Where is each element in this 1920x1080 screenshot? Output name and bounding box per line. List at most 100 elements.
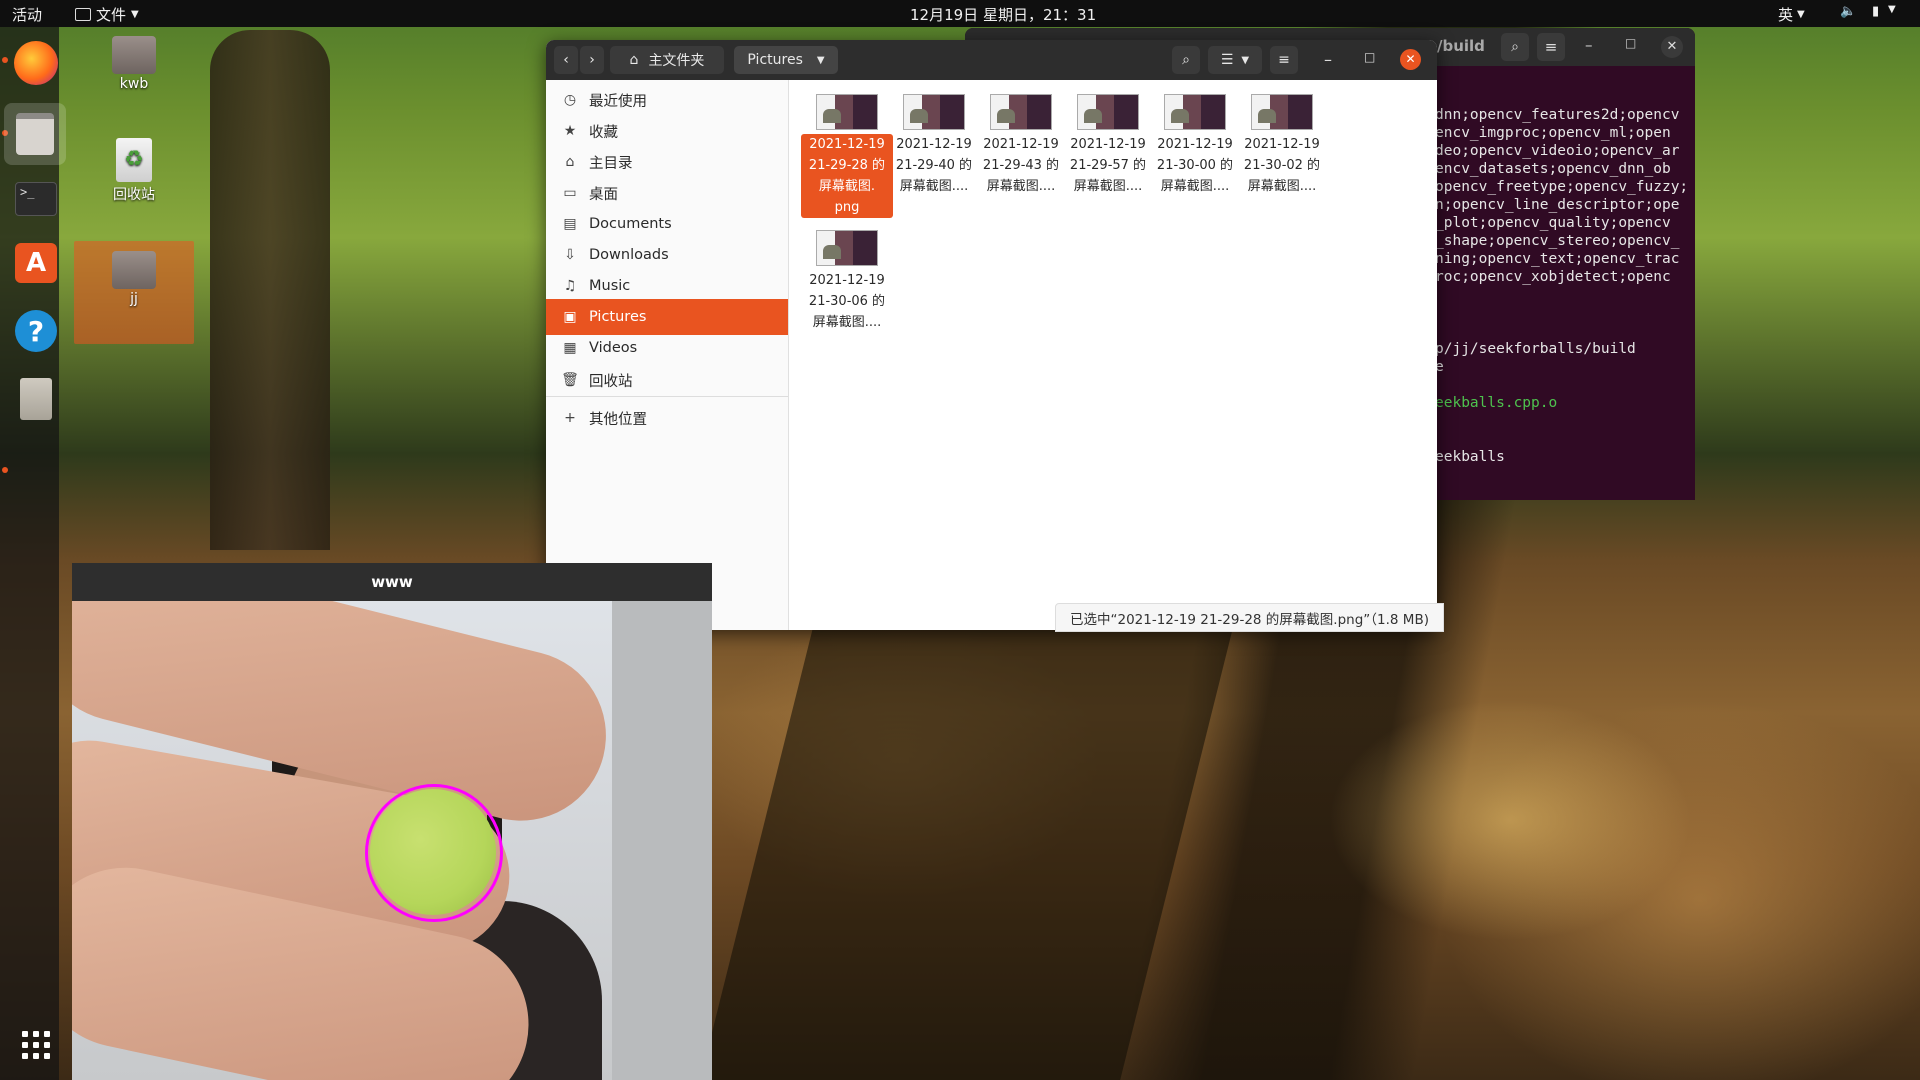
terminal-line: eekballs.cpp.o xyxy=(1435,395,1558,411)
forward-button[interactable]: › xyxy=(580,46,604,74)
home-icon: ⌂ xyxy=(629,52,639,68)
camera-window[interactable]: www xyxy=(72,563,712,1080)
terminal-title: /build xyxy=(1437,37,1485,55)
volume-icon[interactable]: 🔈 xyxy=(1840,4,1856,19)
file-name-line: 2021-12-19 xyxy=(896,137,972,152)
file-name-line: 21-29-28 的 xyxy=(808,158,886,173)
close-icon[interactable]: ✕ xyxy=(1400,49,1421,70)
file-item[interactable]: 2021-12-19 21-30-00 的屏幕截图.... xyxy=(1149,94,1241,197)
trash-icon: ♻ xyxy=(116,138,152,182)
show-apps-icon[interactable] xyxy=(8,1017,64,1073)
path-home-button[interactable]: ⌂ 主文件夹 xyxy=(610,46,724,74)
file-item[interactable]: 2021-12-19 21-29-40 的屏幕截图.... xyxy=(888,94,980,197)
home-icon: ⌂ xyxy=(565,154,575,170)
top-bar: 活动 文件 ▼ 12月19日 星期日，21：31 英 ▼ 🔈 ▮ ▼ xyxy=(0,0,1920,27)
file-name-line: 2021-12-19 xyxy=(809,273,885,288)
terminal-line: encv_imgproc;opencv_ml;open xyxy=(1435,125,1671,141)
battery-icon[interactable]: ▮ xyxy=(1872,4,1879,19)
file-name: 2021-12-19 21-29-40 的屏幕截图.... xyxy=(888,134,980,197)
image-thumbnail xyxy=(816,94,878,130)
download-icon: ⇩ xyxy=(564,247,576,263)
menu-icon[interactable]: ≡ xyxy=(1537,33,1565,61)
terminal-line: n;opencv_line_descriptor;ope xyxy=(1435,197,1680,213)
terminal-line: _shape;opencv_stereo;opencv_ xyxy=(1435,233,1680,249)
files-app-icon[interactable] xyxy=(4,103,66,165)
caret-down-icon[interactable]: ▼ xyxy=(1888,4,1896,15)
camera-window-title[interactable]: www xyxy=(72,563,712,601)
sidebar-item-label: 最近使用 xyxy=(589,93,647,110)
door-frame xyxy=(612,601,712,1080)
software-center-icon[interactable]: A xyxy=(8,235,64,291)
file-item[interactable]: 2021-12-19 21-29-57 的屏幕截图.... xyxy=(1062,94,1154,197)
image-thumbnail xyxy=(1077,94,1139,130)
desktop-icon-trash[interactable]: ♻ 回收站 xyxy=(84,138,184,204)
sidebar-item-label: Videos xyxy=(589,340,638,356)
activities-button[interactable]: 活动 xyxy=(12,4,42,25)
file-name-line: 21-30-06 的 xyxy=(808,294,886,309)
selection-status: 已选中“2021-12-19 21-29-28 的屏幕截图.png”（1.8 M… xyxy=(1055,603,1444,632)
file-item[interactable]: 2021-12-19 21-29-28 的屏幕截图. png xyxy=(801,94,893,218)
app-menu-label: 文件 xyxy=(96,6,127,24)
archive-icon[interactable] xyxy=(8,371,64,427)
search-icon[interactable]: ⌕ xyxy=(1501,33,1529,61)
sidebar-item-trash[interactable]: 🗑 回收站 xyxy=(546,362,788,398)
desktop-icon-home[interactable]: kwb xyxy=(84,36,184,92)
maximize-icon[interactable]: □ xyxy=(1364,50,1375,64)
terminal-line: eekballs xyxy=(1435,449,1505,465)
terminal-line: opencv_freetype;opencv_fuzzy; xyxy=(1435,179,1689,195)
help-icon[interactable]: ? xyxy=(8,303,64,359)
file-manager-window[interactable]: ‹ › ⌂ 主文件夹 Pictures ▼ ⌕ ☰ ▼ ≡ – □ ✕ ◷ 最近使… xyxy=(546,40,1437,630)
input-method-indicator[interactable]: 英 ▼ xyxy=(1778,4,1805,25)
firefox-icon[interactable] xyxy=(8,35,64,91)
sidebar-item-label: Music xyxy=(589,278,631,294)
terminal-line: _plot;opencv_quality;opencv xyxy=(1435,215,1671,231)
path-current-label: Pictures xyxy=(747,52,803,68)
main-menu-button[interactable]: ≡ xyxy=(1270,46,1298,74)
desktop-icon-jj[interactable]: jj xyxy=(74,241,194,344)
close-icon[interactable]: ✕ xyxy=(1661,36,1683,58)
image-thumbnail xyxy=(1164,94,1226,130)
video-icon: ▦ xyxy=(563,340,577,356)
file-grid: 2021-12-19 21-29-28 的屏幕截图. png 2021-12-19 21… xyxy=(789,80,1437,630)
caret-down-icon: ▼ xyxy=(131,9,139,20)
terminal-output: dnn;opencv_features2d;opencv encv_imgproc… xyxy=(1435,106,1695,466)
star-icon: ★ xyxy=(563,123,577,139)
maximize-icon[interactable]: □ xyxy=(1625,36,1636,50)
path-current-button[interactable]: Pictures ▼ xyxy=(734,46,838,74)
folder-icon xyxy=(75,8,91,21)
desktop-icon-label: 回收站 xyxy=(113,187,155,203)
view-options-button[interactable]: ☰ ▼ xyxy=(1208,46,1262,74)
terminal-line: deo;opencv_videoio;opencv_ar xyxy=(1435,143,1680,159)
back-button[interactable]: ‹ xyxy=(554,46,578,74)
sidebar-item-video[interactable]: ▦ Videos xyxy=(546,330,788,366)
file-item[interactable]: 2021-12-19 21-30-02 的屏幕截图.... xyxy=(1236,94,1328,197)
file-name: 2021-12-19 21-30-02 的屏幕截图.... xyxy=(1236,134,1328,197)
file-name-line: 屏幕截图. xyxy=(818,179,876,194)
sidebar-item-label: Pictures xyxy=(589,309,647,325)
minimize-icon[interactable]: – xyxy=(1585,36,1593,54)
file-name: 2021-12-19 21-29-43 的屏幕截图.... xyxy=(975,134,1067,197)
file-name: 2021-12-19 21-30-00 的屏幕截图.... xyxy=(1149,134,1241,197)
minimize-icon[interactable]: – xyxy=(1324,50,1332,69)
sidebar-item-label: 收藏 xyxy=(589,124,618,141)
plus-icon: + xyxy=(564,410,576,426)
terminal-app-icon[interactable]: >_ xyxy=(8,171,64,227)
path-home-label: 主文件夹 xyxy=(648,53,705,69)
file-name: 2021-12-19 21-29-57 的屏幕截图.... xyxy=(1062,134,1154,197)
file-name-line: 2021-12-19 xyxy=(1157,137,1233,152)
search-button[interactable]: ⌕ xyxy=(1172,46,1200,74)
file-item[interactable]: 2021-12-19 21-29-43 的屏幕截图.... xyxy=(975,94,1067,197)
app-menu[interactable]: 文件 ▼ xyxy=(75,4,139,25)
pictures-icon: ▣ xyxy=(563,309,577,325)
search-icon: ⌕ xyxy=(1182,52,1190,68)
desktop-icon-label: kwb xyxy=(119,76,149,92)
sidebar-item-label: Documents xyxy=(589,216,672,232)
clock[interactable]: 12月19日 星期日，21：31 xyxy=(910,4,1096,25)
file-item[interactable]: 2021-12-19 21-30-06 的屏幕截图.... xyxy=(801,230,893,333)
file-manager-headerbar[interactable]: ‹ › ⌂ 主文件夹 Pictures ▼ ⌕ ☰ ▼ ≡ – □ ✕ xyxy=(546,40,1437,80)
folder-icon xyxy=(112,251,156,289)
sidebar-item-plus[interactable]: + 其他位置 xyxy=(546,400,788,436)
chevron-right-icon: › xyxy=(589,52,595,68)
